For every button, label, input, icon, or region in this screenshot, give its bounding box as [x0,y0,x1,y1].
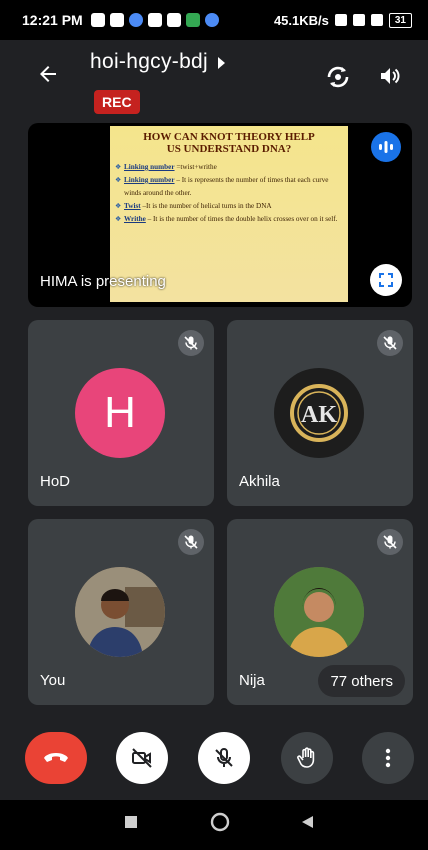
slide-bullet: Writhe – It is the number of times the d… [115,213,342,226]
participant-name: Akhila [239,473,280,490]
switch-camera-icon[interactable] [325,64,351,90]
avatar: AK [274,368,364,458]
participant-tile[interactable]: AK Akhila [227,320,413,506]
mic-off-icon [178,529,204,555]
hang-up-icon [44,753,68,762]
presenter-label: HIMA is presenting [40,273,166,290]
system-icons: 31 [334,12,412,28]
whatsapp-icon [185,13,200,27]
android-nav-bar [0,800,428,850]
slide-bullet: Linking number =twist+writhe [115,161,342,174]
bullet-text: =twist+writhe [174,163,217,171]
camera-toggle-button[interactable] [116,732,168,784]
mic-off-icon [377,529,403,555]
avatar-photo [75,567,165,657]
participant-tile[interactable]: You [28,519,214,705]
mute-status-icon [334,14,347,26]
recording-badge: REC [94,90,140,114]
end-call-button[interactable] [25,732,87,784]
more-vert-icon [385,748,391,768]
avatar-photo [274,567,364,657]
back-nav-icon[interactable] [300,815,314,829]
mic-toggle-button[interactable] [198,732,250,784]
camera-off-icon [132,748,152,768]
bullet-term: Writhe [124,215,146,223]
participant-tile[interactable]: H HoD [28,320,214,506]
avatar: H [75,368,165,458]
notification-icons [90,13,219,27]
mic-off-icon [178,330,204,356]
signal-icon [352,14,365,26]
status-time: 12:21 PM [22,12,83,28]
call-controls [0,730,428,790]
net-speed: 45.1KB/s [273,12,329,28]
raise-hand-button[interactable] [281,732,333,784]
meeting-header: hoi-hgcy-bdj REC [0,40,428,118]
mic-off-icon [215,748,233,767]
bullet-text: –It is the number of helical turns in th… [140,202,272,210]
bullet-text: – It is the number of times the double h… [145,215,338,223]
logo-text: AK [301,402,337,428]
status-bar: 12:21 PM 45.1KB/s 31 [0,0,428,40]
slide-bullets: Linking number =twist+writhe Linking num… [110,161,348,226]
raise-hand-icon [297,747,315,768]
slide-title-line1: HOW CAN KNOT THEORY HELP [143,131,315,143]
recents-icon[interactable] [124,815,138,829]
slide-bullet: Twist –It is the number of helical turns… [115,200,342,213]
fullscreen-icon [379,273,393,287]
ak-logo-icon: AK [290,384,348,442]
participant-name: You [40,672,66,689]
bullet-term: Twist [124,202,141,210]
participant-name: HoD [40,473,71,490]
bullet-term: Linking number [124,163,175,171]
wifi-icon [370,14,383,26]
speaker-icon[interactable] [378,64,402,88]
presentation-tile[interactable]: HOW CAN KNOT THEORY HELP US UNDERSTAND D… [28,123,412,307]
avatar-initial: H [104,388,136,437]
location-icon [90,13,105,27]
audio-indicator-icon [371,132,401,162]
slide-bullet: Linking number – It is represents the nu… [115,174,342,200]
network-icon [109,13,124,27]
back-arrow-icon[interactable] [36,62,60,86]
others-count-button[interactable]: 77 others [318,665,405,697]
chevron-right-icon[interactable] [216,56,226,70]
home-icon[interactable] [210,812,230,832]
fullscreen-button[interactable] [370,264,402,296]
photos-icon [204,13,219,27]
battery-icon: 31 [388,12,412,28]
more-options-button[interactable] [362,732,414,784]
app-notification-icon [128,13,143,27]
camera-notification-icon [147,13,162,27]
slide-title: HOW CAN KNOT THEORY HELP US UNDERSTAND D… [110,126,348,155]
slide-title-line2: US UNDERSTAND DNA? [166,143,292,155]
mic-off-icon [377,330,403,356]
participant-name: Nija [239,672,265,689]
meeting-code[interactable]: hoi-hgcy-bdj [90,50,208,74]
message-icon [166,13,181,27]
bullet-term: Linking number [124,176,175,184]
participant-tile[interactable]: Nija 77 others [227,519,413,705]
